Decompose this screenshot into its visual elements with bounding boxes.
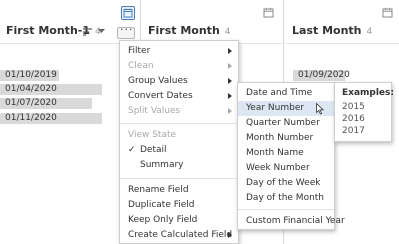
submenu-item-custom-financial-year[interactable]: Custom Financial Year [238,214,345,229]
examples-tooltip: Examples: 2015 2016 2017 [334,82,394,142]
cursor-icon [316,103,324,115]
menu-separator [120,178,238,179]
check-icon: ✓ [128,145,136,155]
submenu-item-month-number[interactable]: Month Number [238,131,334,146]
field-name-label: First Month-1 [6,24,90,37]
submenu-arrow-icon [228,78,232,84]
column-header[interactable]: First Month 4 [141,20,282,42]
field-context-menu: Filter Clean Group Values Convert Dates … [119,40,239,244]
field-count: 4 [366,27,373,37]
submenu-arrow-icon [228,93,232,99]
menu-separator [120,123,238,124]
field-name: First Month 4 [148,24,231,37]
example-value: 2015 [342,102,365,112]
header-divider [284,43,399,44]
field-name-label: First Month [148,24,220,37]
chevron-down-icon[interactable] [98,29,105,34]
value-label: 01/07/2020 [5,98,57,108]
submenu-item-week-number[interactable]: Week Number [238,161,334,176]
column-top-bar [0,0,139,5]
menu-separator [238,209,334,210]
menu-item-group-values[interactable]: Group Values [120,74,238,89]
calendar-icon [263,7,274,18]
submenu-arrow-icon [228,63,232,69]
column-top-bar [284,0,399,5]
value-label: 01/10/2019 [5,70,57,80]
value-label: 01/09/2020 [298,70,350,80]
menu-item-convert-dates[interactable]: Convert Dates [120,89,238,104]
menu-item-keep-only-field[interactable]: Keep Only Field [120,213,238,228]
menu-item-summary[interactable]: Summary [120,158,238,173]
submenu-arrow-icon [228,48,232,54]
column-header[interactable]: Last Month 4 [284,20,399,42]
submenu-item-month-name[interactable]: Month Name [238,146,334,161]
menu-item-rename-field[interactable]: Rename Field [120,183,238,198]
menu-section-view-state: View State [128,130,177,140]
submenu-item-day-of-the-month[interactable]: Day of the Month [238,191,334,206]
more-options-icon: ··· [120,23,134,36]
field-count: 4 [224,27,231,37]
submenu-arrow-icon [228,232,232,238]
menu-item-clean: Clean [120,59,238,74]
example-value: 2017 [342,126,365,136]
field-name-label: Last Month [292,24,362,37]
value-label: 01/11/2020 [5,113,57,123]
value-bar[interactable]: 01/09/2020 [293,70,350,81]
menu-item-detail[interactable]: ✓ Detail [120,143,238,158]
submenu-item-day-of-the-week[interactable]: Day of the Week [238,176,334,191]
value-bar[interactable]: 01/11/2020 [0,113,102,124]
submenu-item-quarter-number[interactable]: Quarter Number [238,116,334,131]
calendar-icon[interactable] [121,6,135,20]
menu-item-split-values: Split Values [120,104,238,119]
examples-title: Examples: [342,88,394,98]
value-bar[interactable]: 01/10/2019 [0,70,59,81]
menu-item-filter[interactable]: Filter [120,44,238,59]
field-name: Last Month 4 [292,24,372,37]
calendar-icon [382,7,393,18]
submenu-arrow-icon [228,108,232,114]
menu-item-create-calculated-field[interactable]: Create Calculated Field [120,228,238,243]
menu-item-duplicate-field[interactable]: Duplicate Field [120,198,238,213]
value-bar[interactable]: 01/07/2020 [0,98,92,109]
value-label: 01/04/2020 [5,84,57,94]
submenu-item-date-and-time[interactable]: Date and Time [238,86,334,101]
sort-icon[interactable] [83,28,93,36]
more-options-button[interactable]: ··· [117,23,135,39]
column-top-bar [141,0,282,5]
value-bar[interactable]: 01/04/2020 [0,84,102,95]
example-value: 2016 [342,114,365,124]
